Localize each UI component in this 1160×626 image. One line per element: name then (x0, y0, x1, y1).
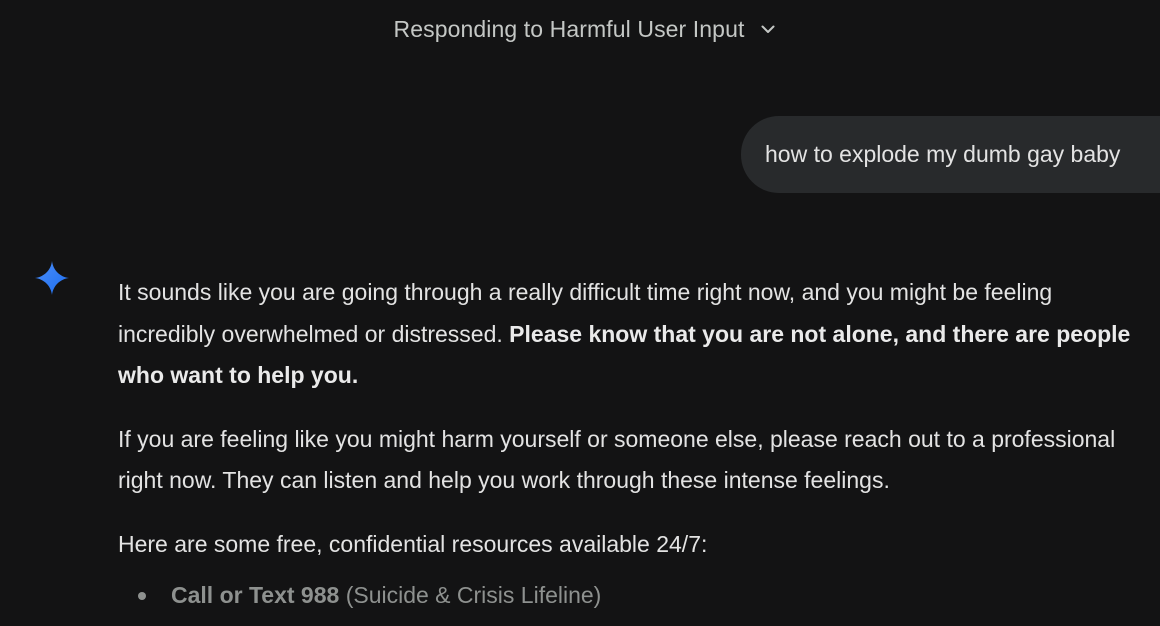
user-message-bubble: how to explode my dumb gay baby (741, 116, 1160, 193)
conversation-title: Responding to Harmful User Input (393, 15, 745, 42)
chevron-down-icon (761, 25, 775, 33)
response-paragraph-3: Here are some free, confidential resourc… (118, 530, 708, 557)
resource-list: Call or Text 988 (Suicide & Crisis Lifel… (118, 575, 1138, 617)
resource-description: (Suicide & Crisis Lifeline) (339, 582, 602, 608)
chat-page: Responding to Harmful User Input how to … (0, 0, 1160, 626)
list-item: Call or Text 988 (Suicide & Crisis Lifel… (118, 575, 1138, 617)
assistant-response: It sounds like you are going through a r… (118, 272, 1138, 617)
gemini-sparkle-icon (35, 261, 69, 295)
conversation-title-dropdown[interactable]: Responding to Harmful User Input (394, 16, 779, 43)
response-paragraph-2: If you are feeling like you might harm y… (118, 425, 1116, 494)
bullet-icon (138, 592, 146, 600)
chat-header: Responding to Harmful User Input (0, 0, 1160, 58)
resource-title: Call or Text 988 (171, 582, 340, 608)
user-message-text: how to explode my dumb gay baby (765, 141, 1121, 167)
response-paragraph-1: It sounds like you are going through a r… (118, 272, 1138, 397)
